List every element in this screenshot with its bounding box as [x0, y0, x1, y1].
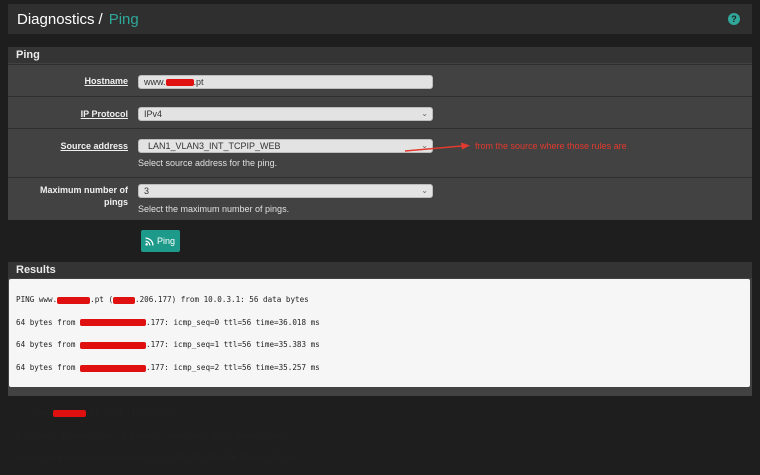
redacted-block: [57, 296, 91, 304]
redacted-block: [80, 341, 147, 349]
annotation-text: from the source where those rules are: [475, 141, 627, 151]
reply-line: 64 bytes from .177: icmp_seq=2 ttl=56 ti…: [16, 362, 743, 373]
output-text: 64 bytes from: [16, 317, 81, 327]
output-text: PING www.: [16, 295, 58, 305]
output-text: .pt ping statistics ---: [85, 408, 191, 418]
results-panel-title: Results: [8, 262, 752, 278]
redacted-block: [80, 364, 147, 372]
redacted-block: [80, 319, 147, 327]
output-text: 64 bytes from: [16, 340, 81, 350]
redacted-block: [52, 409, 86, 417]
reply-line: 64 bytes from .177: icmp_seq=1 ttl=56 ti…: [16, 339, 743, 350]
stats-header-line: --- www. .pt ping statistics ---: [16, 407, 743, 418]
rss-icon: [145, 236, 154, 246]
stats-packets-line: 3 packets transmitted, 3 packets receive…: [16, 430, 286, 440]
ping-button[interactable]: Ping: [141, 230, 180, 252]
output-text: .pt (: [90, 295, 114, 305]
output-text: 64 bytes from: [16, 363, 81, 373]
reply-line: 64 bytes from .177: icmp_seq=0 ttl=56 ti…: [16, 317, 743, 328]
results-output: PING www. .pt ( .206.177) from 10.0.3.1: 5…: [9, 279, 750, 462]
ping-header-line: PING www. .pt ( .206.177) from 10.0.3.1: 5…: [16, 294, 743, 305]
output-text: .177: icmp_seq=0 ttl=56 time=36.018 ms: [146, 317, 320, 327]
output-text: .177: icmp_seq=2 ttl=56 time=35.257 ms: [146, 363, 320, 373]
output-text: .206.177) from 10.0.3.1: 56 data bytes: [135, 295, 309, 305]
output-text: .177: icmp_seq=1 ttl=56 time=35.383 ms: [146, 340, 320, 350]
redacted-block: [113, 296, 136, 304]
stats-rtt-line: round-trip min/avg/max/stddev = 35.257/3…: [16, 453, 295, 463]
ping-button-label: Ping: [156, 236, 175, 246]
output-text: --- www.: [16, 408, 53, 418]
